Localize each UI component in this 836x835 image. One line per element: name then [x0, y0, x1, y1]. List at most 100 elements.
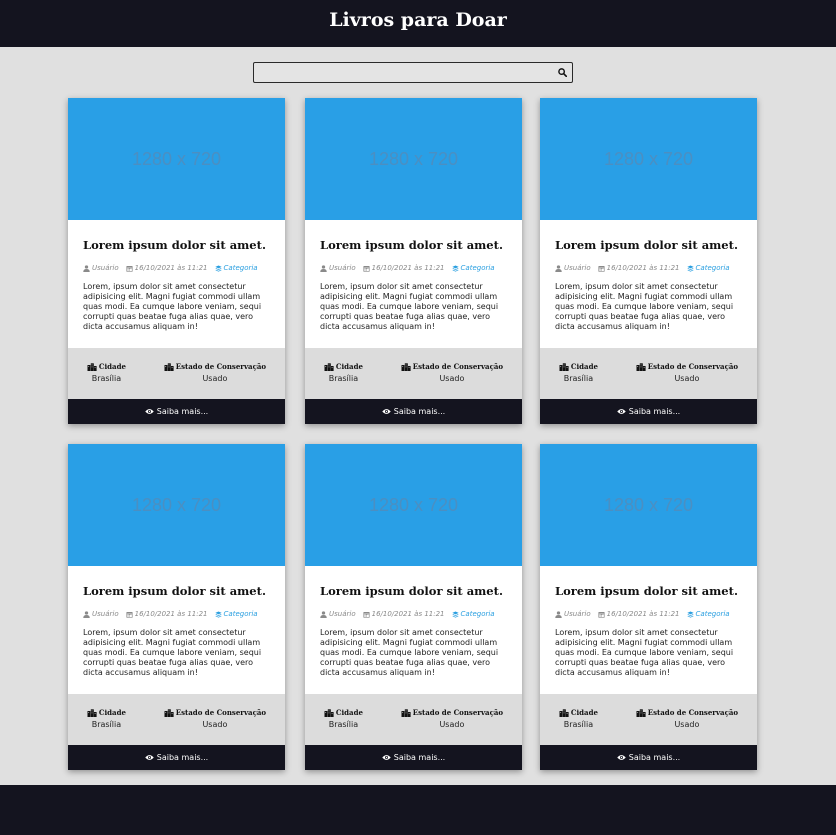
- city-info: Cidade Brasília: [559, 708, 598, 745]
- meta-user-label: Usuário: [92, 264, 119, 272]
- meta-category[interactable]: Categoria: [686, 264, 730, 272]
- condition-label: Estado de Conservação: [175, 362, 267, 371]
- calendar-icon: [126, 265, 133, 272]
- city-value: Brasília: [563, 374, 594, 383]
- top-bar: Livros para Doar: [0, 0, 836, 47]
- meta-category-label: Categoria: [695, 610, 730, 618]
- calendar-icon: [363, 265, 370, 272]
- meta-user-label: Usuário: [564, 610, 591, 618]
- book-title[interactable]: Lorem ipsum dolor sit amet.: [320, 238, 507, 252]
- read-more-button[interactable]: Saiba mais...: [305, 745, 522, 770]
- book-image[interactable]: 1280 x 720: [68, 98, 285, 220]
- book-image[interactable]: 1280 x 720: [305, 98, 522, 220]
- read-more-label: Saiba mais...: [156, 753, 209, 762]
- book-image[interactable]: 1280 x 720: [540, 98, 757, 220]
- calendar-icon: [598, 265, 605, 272]
- read-more-button[interactable]: Saiba mais...: [305, 399, 522, 424]
- building-icon: [164, 362, 174, 371]
- book-description: Lorem, ipsum dolor sit amet consectetur …: [555, 628, 734, 677]
- layers-icon: [686, 264, 694, 272]
- building-icon: [401, 362, 411, 371]
- meta-date-label: 16/10/2021 às 11:21: [134, 610, 208, 618]
- condition-info: Estado de Conservação Usado: [401, 708, 503, 745]
- book-info: Cidade Brasília Estado de Conservação Us…: [68, 348, 285, 399]
- layers-icon: [451, 610, 459, 618]
- condition-value: Usado: [439, 720, 465, 729]
- book-meta: Usuário 16/10/2021 às 11:21 Categoria: [555, 264, 742, 272]
- card-body: Lorem ipsum dolor sit amet. Usuário 16/1…: [540, 220, 757, 348]
- meta-category-label: Categoria: [695, 264, 730, 272]
- city-value: Brasília: [328, 374, 359, 383]
- book-title[interactable]: Lorem ipsum dolor sit amet.: [555, 238, 742, 252]
- read-more-label: Saiba mais...: [628, 407, 681, 416]
- condition-info: Estado de Conservação Usado: [401, 362, 503, 399]
- meta-date: 16/10/2021 às 11:21: [126, 610, 208, 618]
- image-placeholder-text: 1280 x 720: [131, 494, 222, 515]
- book-title[interactable]: Lorem ipsum dolor sit amet.: [555, 584, 742, 598]
- book-meta: Usuário 16/10/2021 às 11:21 Categoria: [320, 610, 507, 618]
- book-card: 1280 x 720 Lorem ipsum dolor sit amet. U…: [68, 444, 285, 770]
- meta-category[interactable]: Categoria: [214, 264, 258, 272]
- eye-icon: [617, 755, 626, 760]
- read-more-button[interactable]: Saiba mais...: [68, 399, 285, 424]
- calendar-icon: [363, 611, 370, 618]
- read-more-label: Saiba mais...: [156, 407, 209, 416]
- city-value: Brasília: [563, 720, 594, 729]
- condition-value: Usado: [674, 374, 700, 383]
- condition-value: Usado: [674, 720, 700, 729]
- search-input[interactable]: [256, 64, 552, 81]
- building-icon: [636, 362, 646, 371]
- book-title[interactable]: Lorem ipsum dolor sit amet.: [83, 584, 270, 598]
- meta-category[interactable]: Categoria: [451, 264, 495, 272]
- meta-category-label: Categoria: [223, 610, 258, 618]
- condition-info: Estado de Conservação Usado: [636, 362, 738, 399]
- card-body: Lorem ipsum dolor sit amet. Usuário 16/1…: [68, 566, 285, 694]
- meta-date: 16/10/2021 às 11:21: [598, 610, 680, 618]
- meta-user: Usuário: [83, 610, 119, 618]
- read-more-button[interactable]: Saiba mais...: [540, 399, 757, 424]
- meta-category-label: Categoria: [460, 264, 495, 272]
- building-icon: [636, 708, 646, 717]
- meta-date: 16/10/2021 às 11:21: [598, 264, 680, 272]
- city-info: Cidade Brasília: [87, 708, 126, 745]
- card-body: Lorem ipsum dolor sit amet. Usuário 16/1…: [305, 566, 522, 694]
- city-label: Cidade: [570, 708, 598, 717]
- book-image[interactable]: 1280 x 720: [68, 444, 285, 566]
- layers-icon: [686, 610, 694, 618]
- read-more-button[interactable]: Saiba mais...: [540, 745, 757, 770]
- city-label: Cidade: [98, 708, 126, 717]
- calendar-icon: [598, 611, 605, 618]
- search-icon[interactable]: [558, 68, 567, 77]
- book-title[interactable]: Lorem ipsum dolor sit amet.: [320, 584, 507, 598]
- calendar-icon: [126, 611, 133, 618]
- condition-label: Estado de Conservação: [412, 362, 504, 371]
- read-more-button[interactable]: Saiba mais...: [68, 745, 285, 770]
- city-label: Cidade: [570, 362, 598, 371]
- condition-value: Usado: [202, 720, 228, 729]
- book-description: Lorem, ipsum dolor sit amet consectetur …: [320, 628, 499, 677]
- book-image[interactable]: 1280 x 720: [305, 444, 522, 566]
- city-info: Cidade Brasília: [87, 362, 126, 399]
- city-icon: [324, 362, 334, 371]
- meta-category[interactable]: Categoria: [686, 610, 730, 618]
- meta-category[interactable]: Categoria: [214, 610, 258, 618]
- meta-date-label: 16/10/2021 às 11:21: [371, 264, 445, 272]
- city-value: Brasília: [328, 720, 359, 729]
- book-image[interactable]: 1280 x 720: [540, 444, 757, 566]
- city-value: Brasília: [91, 720, 122, 729]
- layers-icon: [214, 610, 222, 618]
- book-title[interactable]: Lorem ipsum dolor sit amet.: [83, 238, 270, 252]
- book-meta: Usuário 16/10/2021 às 11:21 Categoria: [83, 610, 270, 618]
- book-info: Cidade Brasília Estado de Conservação Us…: [68, 694, 285, 745]
- condition-label: Estado de Conservação: [647, 362, 739, 371]
- meta-category[interactable]: Categoria: [451, 610, 495, 618]
- image-placeholder-text: 1280 x 720: [368, 494, 459, 515]
- meta-user-label: Usuário: [329, 610, 356, 618]
- city-value: Brasília: [91, 374, 122, 383]
- eye-icon: [617, 409, 626, 414]
- search-box: [253, 62, 573, 83]
- condition-value: Usado: [202, 374, 228, 383]
- card-body: Lorem ipsum dolor sit amet. Usuário 16/1…: [68, 220, 285, 348]
- meta-date-label: 16/10/2021 às 11:21: [371, 610, 445, 618]
- city-icon: [87, 362, 97, 371]
